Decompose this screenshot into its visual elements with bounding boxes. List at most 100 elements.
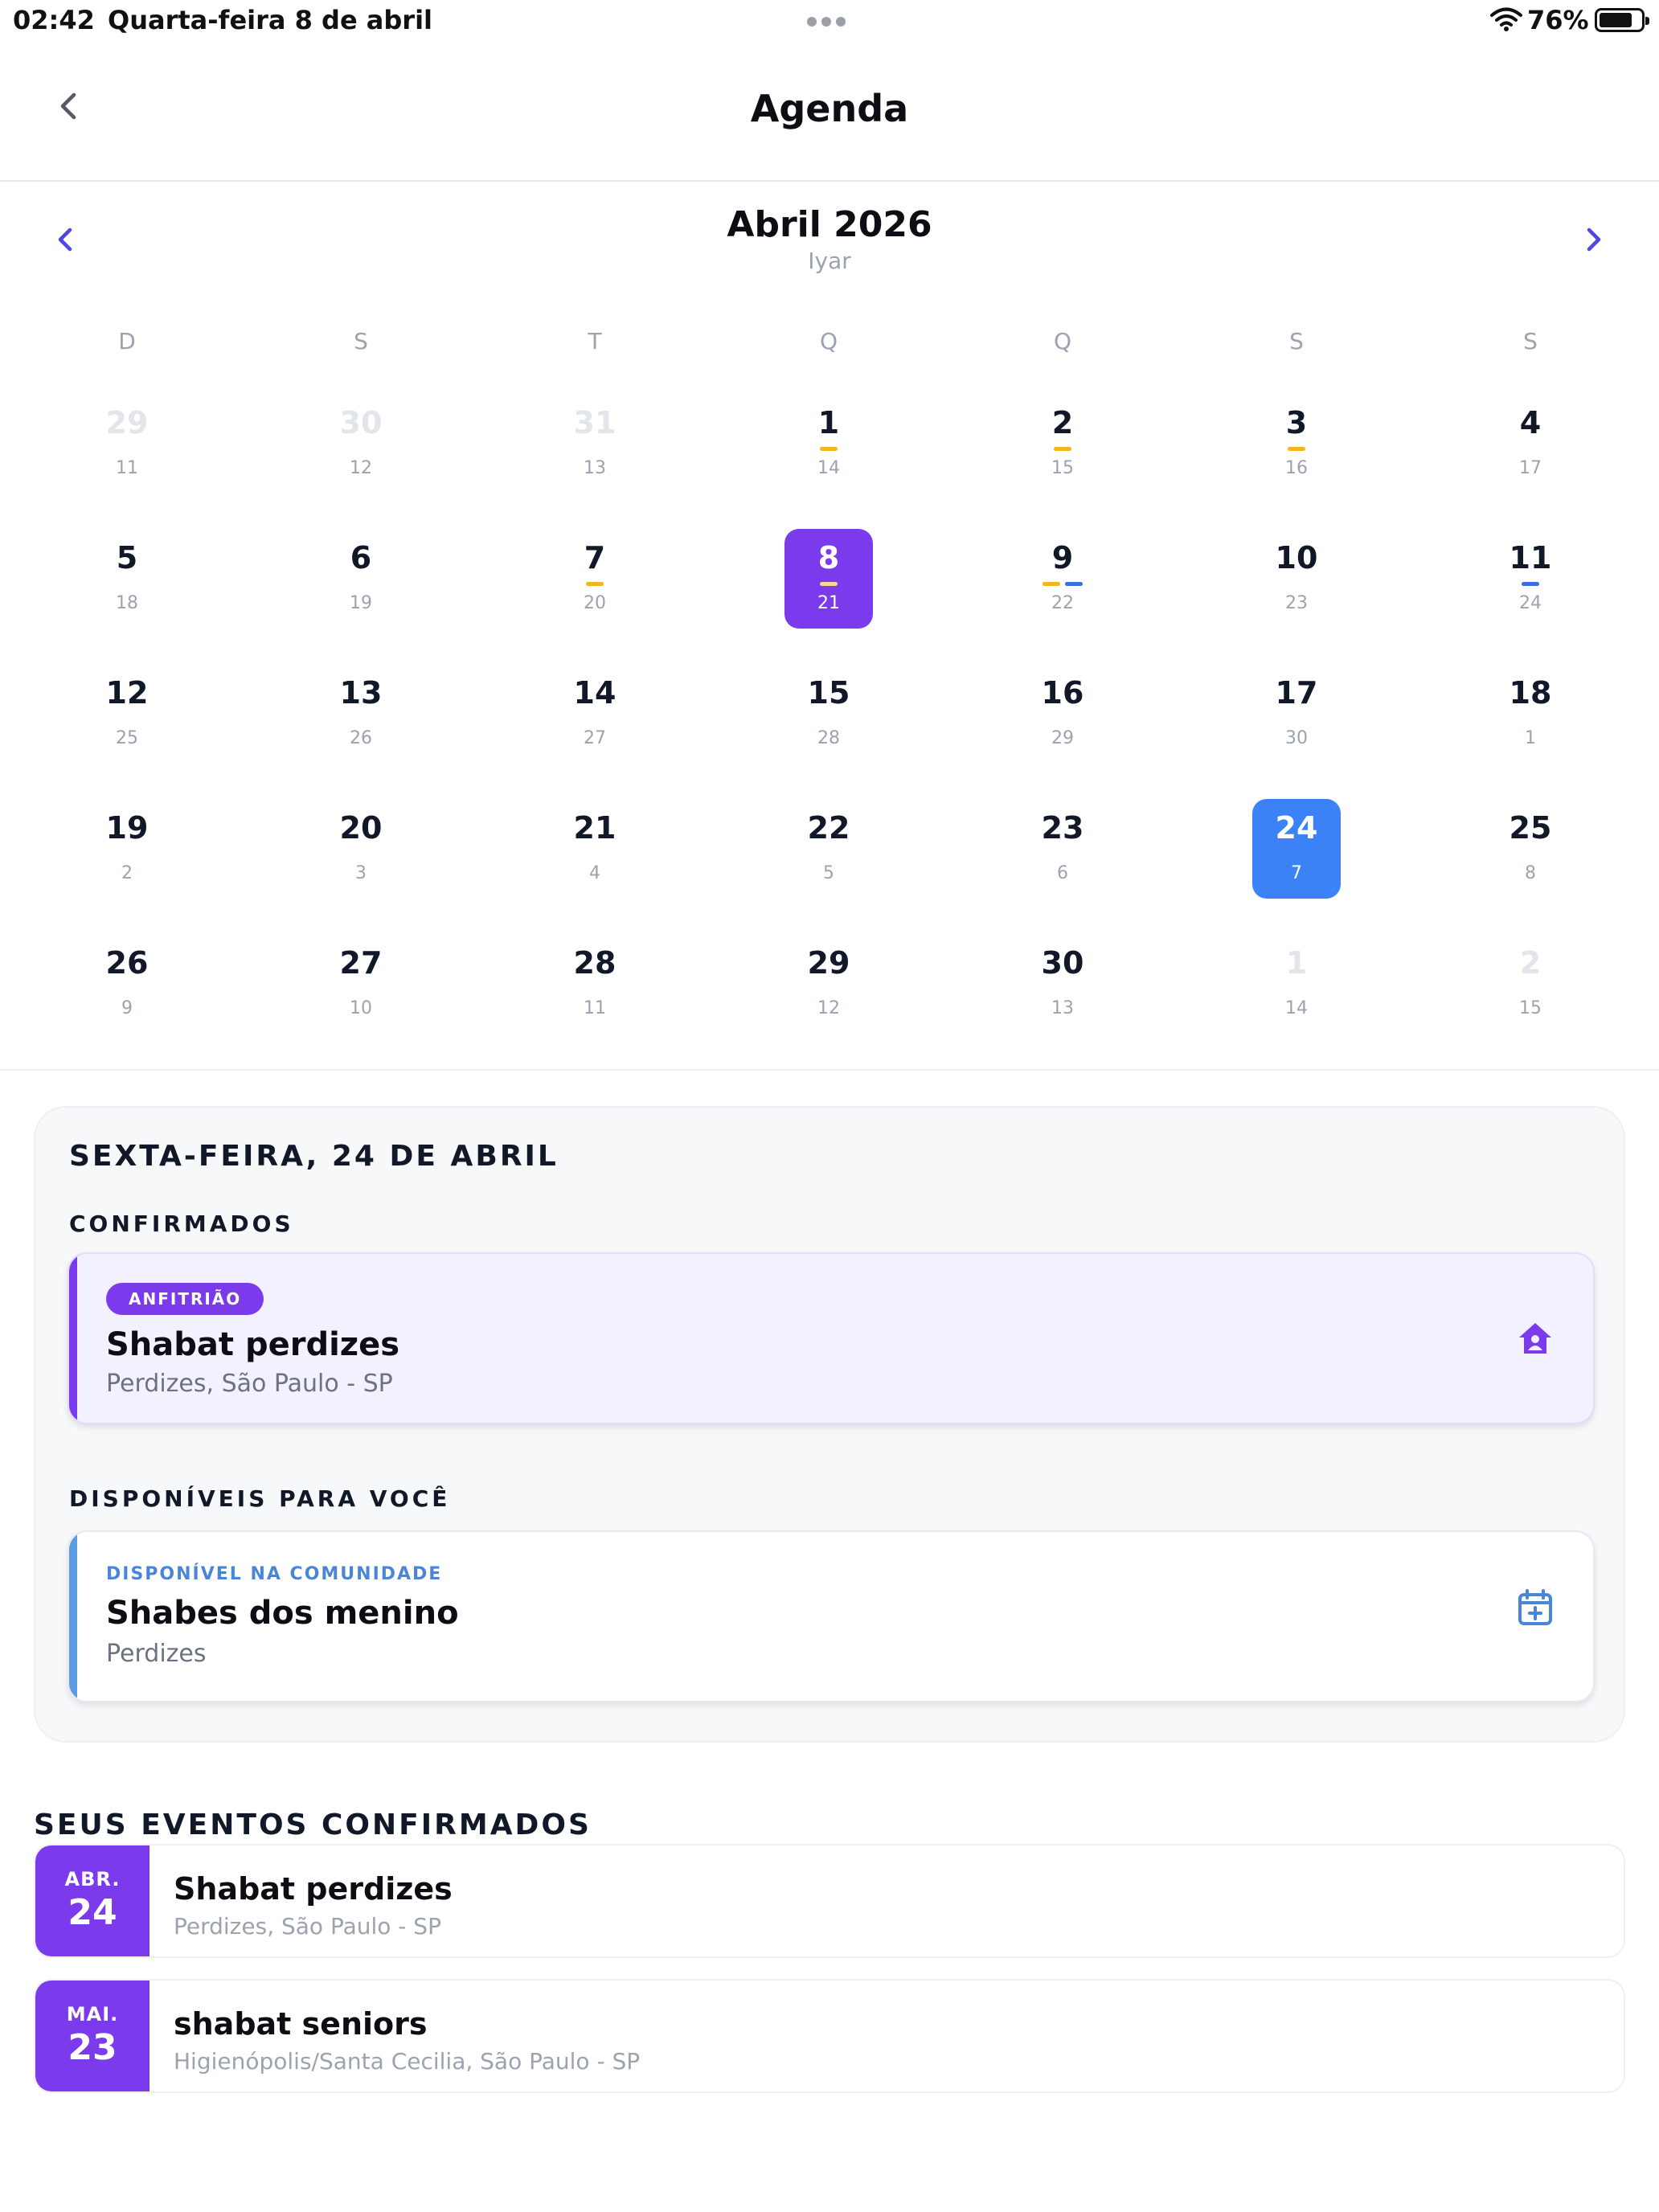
multitasking-dots-icon[interactable] xyxy=(807,14,852,27)
card-accent-stripe xyxy=(69,1532,77,1701)
event-date-box: MAI. 23 xyxy=(35,1981,150,2091)
event-month: MAI. xyxy=(66,2003,119,2026)
day-number: 30 xyxy=(339,405,383,440)
event-indicator-yellow xyxy=(1043,582,1060,586)
day-number: 11 xyxy=(1509,540,1552,576)
calendar-day[interactable]: 2 15 xyxy=(1018,394,1107,494)
calendar-day[interactable]: 25 8 xyxy=(1486,799,1575,899)
hebrew-day-number: 8 xyxy=(1525,863,1536,883)
available-event-card[interactable]: DISPONÍVEL NA COMUNIDADE Shabes dos meni… xyxy=(68,1530,1595,1702)
hebrew-day-number: 28 xyxy=(817,728,840,748)
weekday-label: S xyxy=(1523,328,1538,354)
calendar-day-selected[interactable]: 24 7 xyxy=(1252,799,1341,899)
day-number: 6 xyxy=(350,540,372,576)
event-indicator-yellow xyxy=(1288,447,1305,451)
event-indicators xyxy=(1018,582,1107,587)
calendar-day[interactable]: 22 5 xyxy=(784,799,873,899)
calendar-day[interactable]: 18 1 xyxy=(1486,664,1575,764)
weekday-label: T xyxy=(588,328,602,354)
day-number: 13 xyxy=(339,675,383,711)
battery-percent: 76% xyxy=(1527,5,1589,35)
hebrew-day-number: 16 xyxy=(1285,458,1308,478)
navigation-bar: Agenda xyxy=(0,42,1659,182)
hebrew-day-number: 18 xyxy=(116,593,138,613)
hebrew-day-number: 13 xyxy=(1051,998,1074,1018)
day-number: 26 xyxy=(105,945,149,981)
day-number: 15 xyxy=(807,675,850,711)
calendar-day[interactable]: 21 4 xyxy=(551,799,639,899)
event-day: 24 xyxy=(68,1892,117,1933)
calendar-grid: 29 11 30 12 31 13 1 14 2 15 3 16 4 17 5 18 6 19 7 20 8 21 9 22 1… xyxy=(0,394,1659,1069)
calendar-day[interactable]: 9 22 xyxy=(1018,529,1107,629)
host-event-card[interactable]: ANFITRIÃO Shabat perdizes Perdizes, São … xyxy=(68,1252,1595,1424)
hebrew-day-number: 14 xyxy=(1285,998,1308,1018)
calendar-day[interactable]: 30 12 xyxy=(317,394,405,494)
day-number: 17 xyxy=(1275,675,1318,711)
calendar-day[interactable]: 1 14 xyxy=(784,394,873,494)
calendar-day[interactable]: 16 29 xyxy=(1018,664,1107,764)
calendar-day[interactable]: 30 13 xyxy=(1018,934,1107,1034)
day-number: 24 xyxy=(1275,810,1318,846)
calendar-day[interactable]: 13 26 xyxy=(317,664,405,764)
hebrew-day-number: 29 xyxy=(1051,728,1074,748)
next-month-icon[interactable] xyxy=(1577,223,1609,256)
calendar-day[interactable]: 28 11 xyxy=(551,934,639,1034)
battery-icon xyxy=(1595,8,1649,32)
day-number: 8 xyxy=(817,540,840,576)
calendar-day[interactable]: 17 30 xyxy=(1252,664,1341,764)
day-number: 3 xyxy=(1285,405,1308,440)
home-icon[interactable] xyxy=(1514,1318,1556,1360)
day-number: 29 xyxy=(807,945,850,981)
day-number: 16 xyxy=(1041,675,1084,711)
calendar-day[interactable]: 6 19 xyxy=(317,529,405,629)
weekday-label: Q xyxy=(1053,328,1072,354)
hebrew-day-number: 19 xyxy=(350,593,372,613)
event-title: shabat seniors xyxy=(174,2006,428,2042)
calendar-day[interactable]: 4 17 xyxy=(1486,394,1575,494)
day-number: 31 xyxy=(573,405,616,440)
hebrew-day-number: 3 xyxy=(355,863,367,883)
calendar-day[interactable]: 19 2 xyxy=(83,799,171,899)
calendar-day[interactable]: 27 10 xyxy=(317,934,405,1034)
calendar-day[interactable]: 2 15 xyxy=(1486,934,1575,1034)
calendar-day[interactable]: 5 18 xyxy=(83,529,171,629)
status-date: Quarta-feira 8 de abril xyxy=(108,5,433,35)
confirmed-event-item[interactable]: ABR. 24 Shabat perdizes Perdizes, São Pa… xyxy=(34,1844,1625,1958)
hebrew-day-number: 11 xyxy=(584,998,606,1018)
hebrew-day-number: 12 xyxy=(817,998,840,1018)
event-title: Shabes dos menino xyxy=(106,1595,459,1632)
calendar-day[interactable]: 3 16 xyxy=(1252,394,1341,494)
host-badge: ANFITRIÃO xyxy=(106,1283,264,1315)
calendar-day[interactable]: 31 13 xyxy=(551,394,639,494)
confirmed-section-heading: CONFIRMADOS xyxy=(69,1210,294,1237)
day-number: 1 xyxy=(817,405,840,440)
calendar-day[interactable]: 12 25 xyxy=(83,664,171,764)
calendar-day[interactable]: 11 24 xyxy=(1486,529,1575,629)
wifi-icon xyxy=(1490,7,1522,31)
calendar-day[interactable]: 29 12 xyxy=(784,934,873,1034)
calendar-day[interactable]: 14 27 xyxy=(551,664,639,764)
calendar-day[interactable]: 20 3 xyxy=(317,799,405,899)
hebrew-day-number: 26 xyxy=(350,728,372,748)
calendar-day[interactable]: 26 9 xyxy=(83,934,171,1034)
hebrew-day-number: 9 xyxy=(121,998,133,1018)
event-location: Perdizes xyxy=(106,1640,207,1668)
day-number: 10 xyxy=(1275,540,1318,576)
calendar-day[interactable]: 10 23 xyxy=(1252,529,1341,629)
calendar-day[interactable]: 15 28 xyxy=(784,664,873,764)
day-number: 18 xyxy=(1509,675,1552,711)
calendar-day[interactable]: 29 11 xyxy=(83,394,171,494)
event-indicator-yellow xyxy=(1054,447,1071,451)
calendar-day-today[interactable]: 8 21 xyxy=(784,529,873,629)
hebrew-day-number: 24 xyxy=(1519,593,1542,613)
calendar-day[interactable]: 1 14 xyxy=(1252,934,1341,1034)
hebrew-day-number: 15 xyxy=(1519,998,1542,1018)
status-bar: 02:42 Quarta-feira 8 de abril 76% xyxy=(0,0,1659,42)
event-indicator-white xyxy=(820,582,838,586)
calendar-day[interactable]: 7 20 xyxy=(551,529,639,629)
hebrew-day-number: 6 xyxy=(1057,863,1068,883)
calendar-add-icon[interactable] xyxy=(1514,1587,1556,1628)
hebrew-day-number: 1 xyxy=(1525,728,1536,748)
calendar-day[interactable]: 23 6 xyxy=(1018,799,1107,899)
confirmed-event-item[interactable]: MAI. 23 shabat seniors Higienópolis/Sant… xyxy=(34,1979,1625,2093)
